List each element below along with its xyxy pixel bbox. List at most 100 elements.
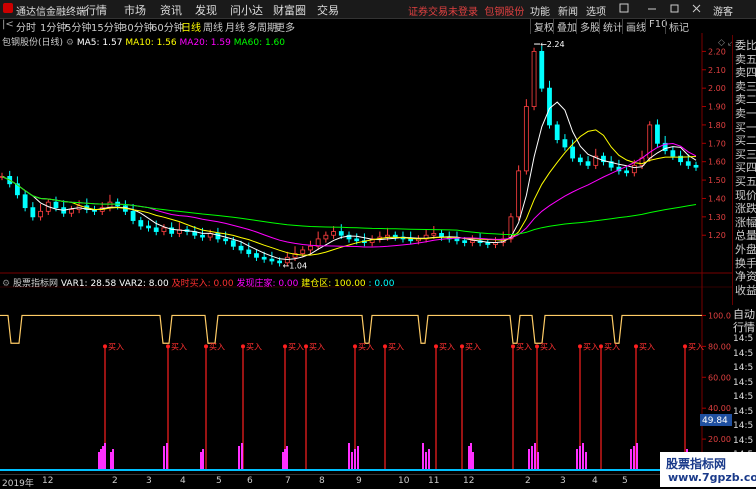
dealer-value: 发现庄家: 0.00 bbox=[236, 279, 299, 289]
quote-panel: 委比 卖五 卖四 卖三 卖二 卖一 买一 买二 买三 买四 买五 现价 涨跌 涨幅 总量 外盘 换手 净资 收益 bbox=[732, 35, 756, 305]
indicator-axis-label: 20.00 bbox=[708, 435, 731, 444]
indicator-axis-label: 60.00 bbox=[708, 373, 731, 382]
candle-body bbox=[138, 220, 144, 227]
buy-value: 及时买入: 0.00 bbox=[171, 279, 234, 289]
buy-signal-label: 买入 bbox=[246, 342, 262, 351]
buy-signal-dot bbox=[283, 344, 287, 349]
dealer-bar bbox=[528, 449, 530, 470]
buy-signal-label: 买入 bbox=[583, 342, 599, 351]
candle-body bbox=[53, 201, 59, 209]
dealer-bar bbox=[354, 449, 356, 470]
date-label: 3 bbox=[560, 476, 566, 486]
var1-value: VAR1: 28.58 bbox=[60, 279, 117, 289]
candle-body bbox=[624, 170, 629, 174]
buy-signal-label: 买入 bbox=[288, 342, 304, 351]
dealer-bar bbox=[286, 446, 288, 470]
indicator-name: 股票指标网 bbox=[12, 279, 58, 289]
dealer-bar bbox=[282, 452, 284, 470]
ma60-line bbox=[1, 175, 697, 236]
date-label: 12 bbox=[42, 476, 54, 486]
buy-signal-label: 买入 bbox=[358, 342, 374, 351]
buy-signal-dot bbox=[578, 344, 582, 349]
dealer-bar bbox=[576, 449, 578, 470]
stock-period-label: 包钢股份(日线) bbox=[2, 38, 64, 48]
dealer-bar bbox=[200, 452, 202, 470]
date-label: 6 bbox=[247, 476, 253, 486]
candle-body bbox=[469, 240, 475, 243]
candle-body bbox=[223, 238, 229, 242]
dealer-bar bbox=[468, 446, 470, 470]
buy-signal-dot bbox=[241, 344, 245, 349]
buy-signal-label: 买入 bbox=[309, 342, 325, 351]
candle-body bbox=[30, 207, 36, 218]
candle-body bbox=[161, 227, 167, 232]
dealer-bar bbox=[422, 443, 424, 470]
candle-body bbox=[153, 227, 159, 232]
trade-time: 14:5 bbox=[733, 435, 754, 446]
candle-body bbox=[570, 146, 576, 159]
dealer-bar bbox=[238, 446, 240, 470]
buy-signal-label: 买入 bbox=[209, 342, 225, 351]
dealer-bar bbox=[348, 443, 350, 470]
buy-signal-label: 买入 bbox=[388, 342, 404, 351]
buy-signal-dot bbox=[166, 344, 170, 349]
dealer-bar bbox=[537, 452, 539, 470]
date-label: 10 bbox=[398, 476, 410, 486]
candle-body bbox=[215, 232, 221, 240]
date-label: 12 bbox=[463, 476, 475, 486]
candle-body bbox=[315, 238, 321, 247]
candle-body bbox=[38, 210, 43, 218]
candle-body bbox=[146, 225, 151, 229]
buy-signal-label: 买入 bbox=[465, 342, 481, 351]
buy-signal-label: 买入 bbox=[540, 342, 556, 351]
price-axis-label: 1.40 bbox=[708, 194, 726, 203]
high-price-label: ←2.24 bbox=[540, 40, 565, 49]
indicator-axis-label: 40.00 bbox=[708, 404, 731, 413]
candle-body bbox=[685, 161, 691, 166]
candle-body bbox=[577, 157, 583, 163]
date-label: 4 bbox=[592, 476, 598, 486]
dealer-bar bbox=[202, 449, 204, 470]
buy-signal-dot bbox=[383, 344, 387, 349]
buy-signal-label: 买入 bbox=[639, 342, 655, 351]
settings-icon[interactable]: ⚙ bbox=[66, 38, 74, 48]
trade-time: 14:5 bbox=[733, 377, 754, 388]
buy-signal-dot bbox=[535, 344, 539, 349]
candle-body bbox=[261, 256, 267, 260]
price-axis-label: 1.80 bbox=[708, 121, 726, 130]
buy-signal-dot bbox=[634, 344, 638, 349]
candle-body bbox=[693, 164, 699, 168]
candle-body bbox=[338, 231, 344, 236]
dealer-bar bbox=[166, 443, 168, 470]
candle-body bbox=[631, 164, 637, 174]
buy-signal-label: 买入 bbox=[108, 342, 124, 351]
candle-body bbox=[331, 231, 336, 236]
dealer-bar bbox=[102, 446, 104, 470]
kline-chart[interactable]: 2.20 2.10 2.00 1.90 1.80 1.70 1.60 1.50 1.40 1.30… bbox=[0, 0, 756, 487]
candle-body bbox=[439, 232, 444, 238]
candle-body bbox=[354, 238, 360, 242]
quote-field-label: 收益 bbox=[735, 283, 756, 297]
dealer-bar bbox=[100, 449, 102, 470]
candle-body bbox=[585, 161, 591, 166]
dealer-bar bbox=[351, 452, 353, 470]
candle-body bbox=[69, 209, 74, 214]
price-axis-label: 2.20 bbox=[708, 47, 726, 56]
candle-body bbox=[655, 124, 660, 144]
indicator-settings-icon[interactable]: ⚙ bbox=[2, 279, 10, 289]
candle-body bbox=[539, 50, 545, 89]
buy-signal-dot bbox=[511, 344, 515, 349]
indicator-header: ⚙ 股票指标网 VAR1: 28.58 VAR2: 8.00 及时买入: 0.0… bbox=[2, 276, 394, 289]
trade-time: 14:5 bbox=[733, 392, 754, 402]
build-value: 建仓区: 100.00 bbox=[301, 279, 366, 289]
ma20-value: MA20: 1.59 bbox=[179, 38, 231, 48]
dealer-bar bbox=[425, 452, 427, 470]
price-axis-label: 1.50 bbox=[708, 176, 726, 185]
build-zone-line bbox=[0, 314, 702, 344]
candle-body bbox=[308, 245, 313, 251]
candle-body bbox=[454, 238, 460, 242]
indicator-axis-label: 100.0 bbox=[708, 311, 731, 320]
candle-body bbox=[230, 240, 236, 247]
trade-time: 14:5 bbox=[733, 363, 754, 373]
candle-body bbox=[277, 260, 283, 264]
